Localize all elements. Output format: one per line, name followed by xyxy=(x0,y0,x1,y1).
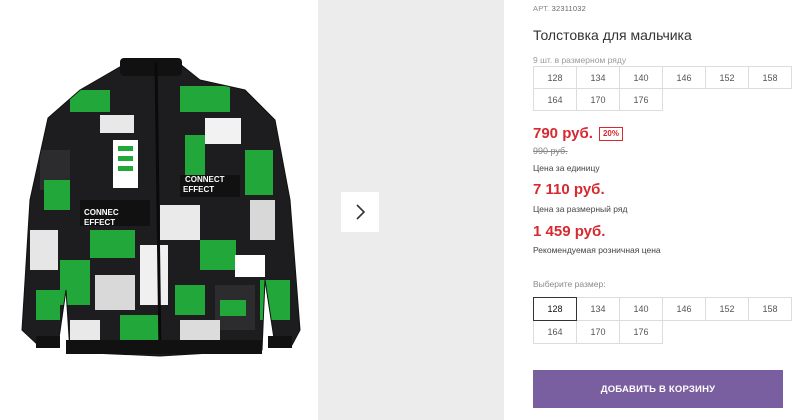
unit-price-row: 790 руб. 20% xyxy=(533,125,623,142)
next-image-button[interactable] xyxy=(341,192,379,232)
svg-text:CONNECT: CONNECT xyxy=(185,175,225,184)
size-option[interactable]: 146 xyxy=(662,297,706,321)
product-main-photo[interactable]: CONNECT EFFECT CONNEC EFFECT xyxy=(0,0,318,420)
size-option[interactable]: 164 xyxy=(533,320,577,344)
pack-sizes-grid: 128 134 140 146 152 158 164 170 176 xyxy=(533,66,792,111)
jacket-photo: CONNECT EFFECT CONNEC EFFECT xyxy=(21,58,301,357)
pack-size-cell: 146 xyxy=(662,66,706,89)
pack-note: 9 шт. в размерном ряду xyxy=(533,55,627,65)
pack-size-cell: 140 xyxy=(619,66,663,89)
size-select-label: Выберите размер: xyxy=(533,279,606,289)
pack-size-cell: 170 xyxy=(576,88,620,111)
size-option[interactable]: 134 xyxy=(576,297,620,321)
size-option[interactable]: 176 xyxy=(619,320,663,344)
old-price: 990 руб. xyxy=(533,146,568,156)
sku-value: 32311032 xyxy=(551,4,587,13)
chevron-right-icon xyxy=(356,204,366,220)
product-sku: АРТ. 32311032 xyxy=(533,4,586,13)
svg-text:EFFECT: EFFECT xyxy=(84,218,115,227)
retail-price-caption: Рекомендуемая розничная цена xyxy=(533,245,661,255)
size-option[interactable]: 152 xyxy=(705,297,749,321)
size-option[interactable]: 170 xyxy=(576,320,620,344)
unit-price: 790 руб. xyxy=(533,125,593,142)
svg-text:CONNEC: CONNEC xyxy=(84,208,119,217)
add-to-cart-button[interactable]: ДОБАВИТЬ В КОРЗИНУ xyxy=(533,370,783,408)
unit-price-caption: Цена за единицу xyxy=(533,163,600,173)
product-info-panel: АРТ. 32311032 Толстовка для мальчика 9 ш… xyxy=(533,0,800,420)
pack-price-caption: Цена за размерный ряд xyxy=(533,204,628,214)
pack-size-cell: 152 xyxy=(705,66,749,89)
pack-size-cell: 158 xyxy=(748,66,792,89)
discount-badge: 20% xyxy=(598,126,623,141)
size-select-grid: 128 134 140 146 152 158 164 170 176 xyxy=(533,297,792,344)
product-title: Толстовка для мальчика xyxy=(533,27,692,43)
size-option[interactable]: 158 xyxy=(748,297,792,321)
size-option-selected[interactable]: 128 xyxy=(533,297,577,321)
pack-size-cell: 134 xyxy=(576,66,620,89)
sku-label: АРТ. xyxy=(533,4,550,13)
svg-text:EFFECT: EFFECT xyxy=(183,185,214,194)
pack-price: 7 110 руб. xyxy=(533,181,605,198)
size-option[interactable]: 140 xyxy=(619,297,663,321)
retail-price: 1 459 руб. xyxy=(533,223,606,240)
pack-size-cell: 176 xyxy=(619,88,663,111)
pack-size-cell: 128 xyxy=(533,66,577,89)
pack-size-cell: 164 xyxy=(533,88,577,111)
